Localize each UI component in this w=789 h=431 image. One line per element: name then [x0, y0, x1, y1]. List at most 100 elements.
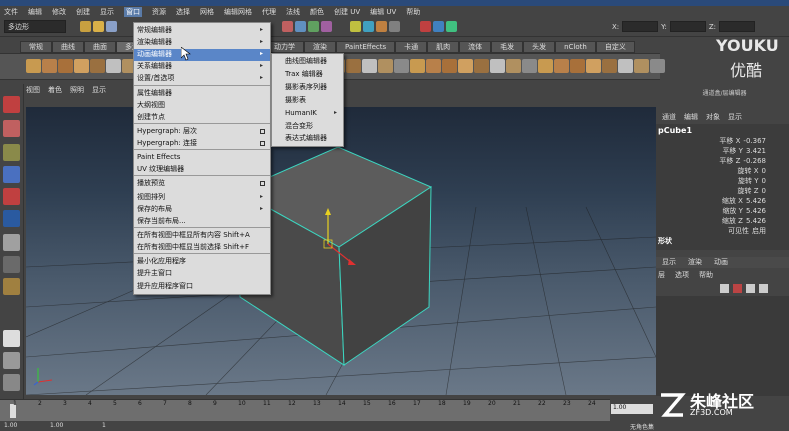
menubar-item[interactable]: 网格 — [200, 7, 214, 17]
option-box-icon[interactable] — [260, 129, 265, 134]
menubar-item[interactable]: 创建 — [76, 7, 90, 17]
layer-down-icon[interactable] — [759, 284, 768, 293]
animation-editor-item[interactable]: 表达式编辑器 — [285, 133, 327, 144]
shelf-tab[interactable]: 自定义 — [595, 41, 635, 53]
channel-attribute[interactable]: 平移 Y 3.421 — [656, 146, 766, 156]
attribute-value[interactable]: 5.426 — [746, 207, 766, 215]
range-start-2[interactable]: 1.00 — [50, 422, 63, 429]
shelf-tab[interactable]: 头发 — [523, 41, 556, 53]
channel-attribute[interactable]: 旋转 Z0 — [656, 186, 767, 196]
menubar-item[interactable]: 代理 — [262, 7, 276, 17]
four-view-icon[interactable] — [3, 256, 20, 273]
window-menu-item[interactable]: 属性编辑器 — [137, 88, 172, 99]
x-field[interactable] — [622, 21, 659, 32]
channel-box-menu-item[interactable]: 通道 — [662, 112, 676, 124]
render-icon[interactable] — [363, 21, 374, 32]
shelf-tool-icon[interactable] — [634, 59, 649, 73]
option-box-icon[interactable] — [260, 181, 265, 186]
menubar-item[interactable]: 颜色 — [310, 7, 324, 17]
magnet-icon[interactable] — [282, 21, 293, 32]
menubar-item[interactable]: 选择 — [176, 7, 190, 17]
channel-attribute[interactable]: 缩放 Z 5.426 — [656, 216, 766, 226]
window-menu-item[interactable]: 在所有视图中框显所有内容 Shift+A — [137, 230, 250, 241]
shelf-tool-icon[interactable] — [42, 59, 57, 73]
shelf-tool-icon[interactable] — [106, 59, 121, 73]
shelf-tab[interactable]: 流体 — [459, 41, 492, 53]
viewport-menu-item[interactable]: 视图 — [26, 85, 40, 95]
animation-editor-item[interactable]: 摄影表 — [285, 95, 306, 106]
channel-attribute[interactable]: 缩放 Y 5.426 — [656, 206, 766, 216]
range-start[interactable]: 1.00 — [4, 422, 17, 429]
shelf-tab[interactable]: 卡通 — [395, 41, 428, 53]
window-menu-item[interactable]: Hypergraph: 连接 — [137, 138, 197, 149]
window-menu-item[interactable]: 提升应用程序窗口 — [137, 281, 193, 292]
menubar-item[interactable]: 法线 — [286, 7, 300, 17]
attribute-value[interactable]: 启用 — [752, 227, 766, 235]
menubar-item[interactable]: 窗口 — [124, 6, 142, 17]
window-menu-item[interactable]: 动画编辑器 — [137, 49, 172, 60]
menubar-item[interactable]: 创建 UV — [334, 7, 360, 17]
render-settings-icon[interactable] — [389, 21, 400, 32]
attribute-value[interactable]: 3.421 — [746, 147, 766, 155]
rotate-tool-icon[interactable] — [3, 188, 20, 205]
channel-box-menu-item[interactable]: 编辑 — [684, 112, 698, 124]
range-slider[interactable]: 1.00 1.00 1 无角色集 — [0, 421, 789, 431]
menubar-item[interactable]: 文件 — [4, 7, 18, 17]
attribute-value[interactable]: 0 — [762, 187, 766, 195]
menu-set-combo[interactable]: 多边形 — [4, 20, 66, 33]
shelf-tool-icon[interactable] — [362, 59, 377, 73]
shelf-tab[interactable]: 常规 — [20, 41, 52, 53]
menubar-item[interactable]: 编辑 — [28, 7, 42, 17]
attribute-value[interactable]: -0.367 — [743, 137, 766, 145]
shelf-tab[interactable]: 肌肉 — [427, 41, 460, 53]
option-box-icon[interactable] — [260, 141, 265, 146]
save-scene-icon[interactable] — [106, 21, 117, 32]
layer-tab[interactable]: 显示 — [662, 257, 676, 268]
shelf-tool-icon[interactable] — [602, 59, 617, 73]
y-field[interactable] — [669, 21, 706, 32]
new-layer-selected-icon[interactable] — [733, 284, 742, 293]
paint-select-icon[interactable] — [3, 144, 20, 161]
shelf-tab[interactable]: 曲线 — [52, 41, 84, 53]
shelf-tool-icon[interactable] — [490, 59, 505, 73]
animation-editor-item[interactable]: HumanIK — [285, 108, 317, 119]
object-mode-icon[interactable] — [433, 21, 444, 32]
character-set[interactable]: 无角色集 — [630, 422, 654, 431]
shelf-tool-icon[interactable] — [442, 59, 457, 73]
shelf-tool-icon[interactable] — [26, 59, 41, 73]
z-field[interactable] — [719, 21, 756, 32]
layer-list[interactable] — [656, 296, 789, 396]
open-scene-icon[interactable] — [93, 21, 104, 32]
window-menu-item[interactable]: 保存的布局 — [137, 204, 172, 215]
shelf-tool-icon[interactable] — [410, 59, 425, 73]
ipr-render-icon[interactable] — [376, 21, 387, 32]
shelf-tab[interactable]: 曲面 — [84, 41, 116, 53]
shelf-tool-icon[interactable] — [458, 59, 473, 73]
component-mode-icon[interactable] — [446, 21, 457, 32]
viewport-menu-item[interactable]: 着色 — [48, 85, 62, 95]
shelf-tool-icon[interactable] — [650, 59, 665, 73]
shelf-tool-icon[interactable] — [522, 59, 537, 73]
select-mode-icon[interactable] — [420, 21, 431, 32]
layer-up-icon[interactable] — [746, 284, 755, 293]
object-name[interactable]: pCube1 — [658, 126, 692, 135]
lasso-tool-icon[interactable] — [3, 120, 20, 137]
channel-attribute[interactable]: 旋转 Y0 — [656, 176, 766, 186]
history-icon[interactable] — [350, 21, 361, 32]
viewport-3d[interactable] — [26, 107, 656, 395]
window-menu-item[interactable]: 在所有视图中框显当前选择 Shift+F — [137, 242, 249, 253]
shelf-tab[interactable]: 渲染 — [304, 41, 336, 53]
layer-tab[interactable]: 动画 — [714, 257, 728, 268]
layer-menu-item[interactable]: 层 — [658, 270, 665, 280]
new-layer-icon[interactable] — [720, 284, 729, 293]
shelf-tool-icon[interactable] — [74, 59, 89, 73]
snap-curve-icon[interactable] — [308, 21, 319, 32]
shelf-tool-icon[interactable] — [394, 59, 409, 73]
animation-editor-item[interactable]: 混合变形 — [285, 121, 313, 132]
channel-box-menu-item[interactable]: 显示 — [728, 112, 742, 124]
move-tool-icon[interactable] — [3, 166, 20, 183]
attribute-value[interactable]: 0 — [762, 167, 766, 175]
channel-attribute[interactable]: 可见性 启用 — [656, 226, 766, 236]
shelf-tool-icon[interactable] — [618, 59, 633, 73]
viewport-menu-item[interactable]: 显示 — [92, 85, 106, 95]
